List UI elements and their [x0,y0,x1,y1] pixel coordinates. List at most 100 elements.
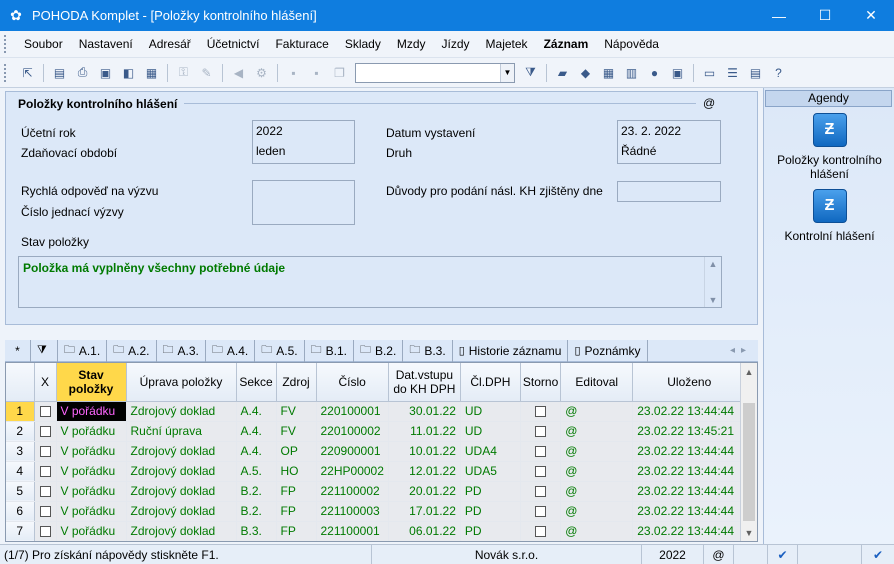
iban-icon[interactable]: ▣ [668,63,687,82]
checkbox-icon[interactable] [535,446,547,458]
print-icon[interactable]: ⎙ [73,63,92,82]
menu-napoveda[interactable]: Nápověda [596,37,667,51]
checkbox-icon[interactable] [39,526,51,538]
table-row[interactable]: 1 V pořádku Zdrojový doklad A.4. FV 2201… [6,401,747,422]
print-reports-icon[interactable]: ▦ [142,63,161,82]
checkbox-icon[interactable] [39,466,51,478]
calculator2-icon[interactable]: ▥ [622,63,641,82]
menu-adresar[interactable]: Adresář [141,37,199,51]
checkbox-icon[interactable] [39,406,51,418]
save-icon[interactable]: ▪ [284,63,303,82]
menu-fakturace[interactable]: Fakturace [267,37,336,51]
calculator-icon[interactable]: ▦ [599,63,618,82]
menu-jizdy[interactable]: Jízdy [434,37,478,51]
folder-icon[interactable]: ▰ [553,63,572,82]
menu-nastaveni[interactable]: Nastavení [71,37,141,51]
scrollbar-thumb[interactable] [743,403,755,521]
save-all-icon[interactable]: ▪ [307,63,326,82]
checkbox-icon[interactable] [535,486,547,498]
money-icon[interactable]: ◆ [576,63,595,82]
checkbox-icon[interactable] [535,466,547,478]
agenda-kontrolni-hlaseni[interactable]: Ƶ Kontrolní hlášení [764,189,894,243]
check-icon[interactable]: ✔ [768,544,798,564]
tab-a1[interactable]: 🗀 A.1. [58,339,108,362]
cell-storno[interactable] [520,421,562,442]
cell-storno[interactable] [520,461,562,482]
agenda-polozky-kh[interactable]: Ƶ Položky kontrolního hlášení [764,113,894,181]
arrow-left-icon[interactable]: ◀ [229,63,248,82]
row-select-checkbox[interactable] [34,501,57,522]
minimize-button[interactable]: — [756,0,802,31]
chevron-up-icon[interactable]: ▲ [741,363,757,380]
col-datum[interactable]: Dat.vstupu do KH DPH [388,363,461,402]
checkbox-icon[interactable] [39,446,51,458]
quick-search-combo[interactable]: ▼ [355,62,515,83]
row-select-checkbox[interactable] [34,421,57,442]
tab-b2[interactable]: 🗀 B.2. [354,339,404,362]
col-sekce[interactable]: Sekce [236,363,277,402]
copy-icon[interactable]: ❐ [330,63,349,82]
export-icon[interactable]: ▤ [50,63,69,82]
ok-status-icon[interactable]: ✔ [862,545,894,564]
col-cldph[interactable]: Čl.DPH [460,363,521,402]
toolbar-grip-icon[interactable] [4,63,8,82]
tab-filter[interactable]: ⧩ [31,339,58,362]
brush-icon[interactable]: ✎ [197,63,216,82]
tab-b3[interactable]: 🗀 B.3. [403,339,453,362]
tab-b1[interactable]: 🗀 B.1. [305,339,354,362]
close-button[interactable]: ✕ [848,0,894,31]
chevron-down-icon[interactable]: ▼ [709,295,718,305]
pohoda-app-icon[interactable]: ✿ [7,7,25,25]
chevron-up-icon[interactable]: ▲ [709,259,718,269]
tab-all[interactable]: * [5,339,31,362]
message-icon[interactable]: ▭ [700,63,719,82]
lock-icon[interactable]: ⚿ [174,63,193,82]
menu-grip-icon[interactable] [4,35,8,53]
chevron-down-icon[interactable]: ▼ [500,63,514,82]
col-x[interactable]: X [34,363,57,402]
checkbox-icon[interactable] [39,506,51,518]
col-stav[interactable]: Stav položky [56,363,127,402]
col-ulozeno[interactable]: Uloženo [632,363,747,402]
checkbox-icon[interactable] [535,526,547,538]
checkbox-icon[interactable] [535,506,547,518]
col-uprava[interactable]: Úprava položky [126,363,237,402]
menu-mzdy[interactable]: Mzdy [389,37,434,51]
row-select-checkbox[interactable] [34,441,57,462]
tab-a2[interactable]: 🗀 A.2. [107,339,157,362]
row-select-checkbox[interactable] [34,461,57,482]
help-icon[interactable]: ? [769,63,788,82]
tab-a5[interactable]: 🗀 A.5. [255,339,305,362]
row-select-checkbox[interactable] [34,481,57,502]
checkbox-icon[interactable] [39,426,51,438]
table-row[interactable]: 7 V pořádku Zdrojový doklad B.3. FP 2211… [6,521,747,541]
col-storno[interactable]: Storno [520,363,562,402]
cell-storno[interactable] [520,401,562,422]
maximize-button[interactable]: ☐ [802,0,848,31]
row-select-checkbox[interactable] [34,401,57,422]
table-row[interactable]: 6 V pořádku Zdrojový doklad B.2. FP 2211… [6,501,747,522]
tab-historie[interactable]: ▯ Historie záznamu [453,339,569,362]
cell-storno[interactable] [520,441,562,462]
coins-icon[interactable]: ● [645,63,664,82]
menu-majetek[interactable]: Majetek [478,37,536,51]
checkbox-icon[interactable] [535,406,547,418]
col-cislo[interactable]: Číslo [316,363,389,402]
table-row[interactable]: 2 V pořádku Ruční úprava A.4. FV 2201000… [6,421,747,442]
col-editoval[interactable]: Editoval [560,363,634,402]
cell-storno[interactable] [520,521,562,541]
table-row[interactable]: 5 V pořádku Zdrojový doklad B.2. FP 2211… [6,481,747,502]
menu-soubor[interactable]: Soubor [16,37,71,51]
row-select-checkbox[interactable] [34,521,57,541]
filter-icon[interactable]: ⧩ [521,63,540,82]
cell-storno[interactable] [520,501,562,522]
gear-icon[interactable]: ⚙ [252,63,271,82]
tab-scroll-arrows[interactable]: ◂▸ [730,345,758,356]
chevron-down-icon[interactable]: ▼ [741,524,757,541]
table-row[interactable]: 4 V pořádku Zdrojový doklad A.5. HO 22HP… [6,461,747,482]
pdf-icon[interactable]: ◧ [119,63,138,82]
print-preview-icon[interactable]: ▣ [96,63,115,82]
tab-a3[interactable]: 🗀 A.3. [157,339,206,362]
cell-storno[interactable] [520,481,562,502]
menu-ucetnictvi[interactable]: Účetnictví [199,37,268,51]
